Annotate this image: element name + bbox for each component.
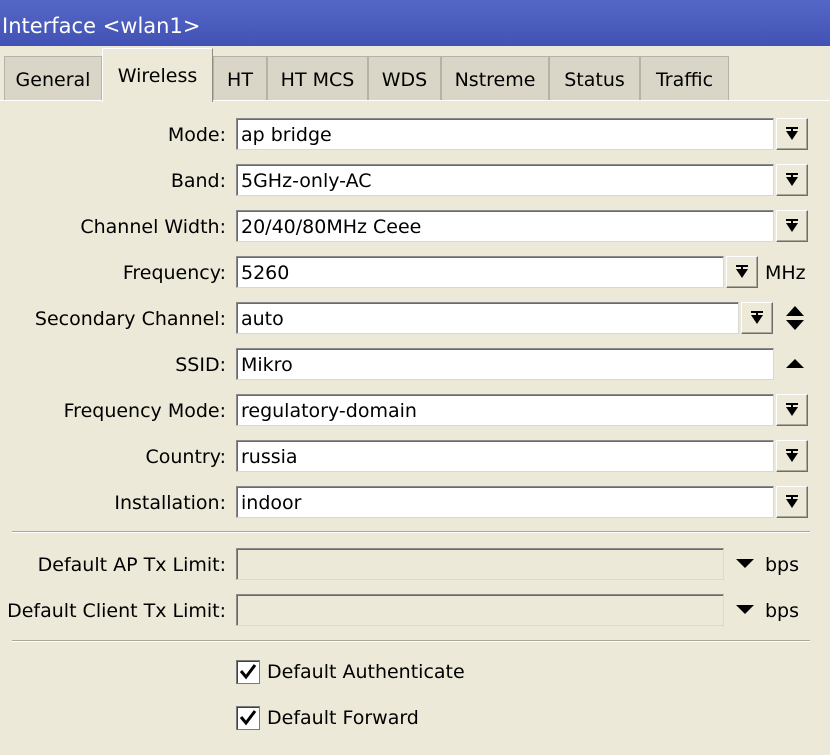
triangle-down-icon[interactable]	[733, 594, 757, 626]
frequency-label: Frequency:	[122, 262, 226, 284]
wireless-panel	[0, 100, 830, 755]
default-client-tx-limit-input[interactable]	[236, 594, 724, 626]
window-title: Interface <wlan1>	[0, 0, 830, 46]
secondary-channel-select[interactable]: auto	[236, 302, 739, 334]
dropdown-arrow-icon	[736, 265, 748, 278]
country-select[interactable]: russia	[236, 440, 774, 472]
mode-dropdown-button[interactable]	[776, 118, 808, 150]
installation-select[interactable]: indoor	[236, 486, 774, 518]
tab-ht-mcs[interactable]: HT MCS	[267, 56, 368, 100]
channel-width-select[interactable]: 20/40/80MHz Ceee	[236, 210, 774, 242]
default-forward-checkbox[interactable]	[236, 706, 260, 730]
checkmark-icon	[239, 710, 257, 726]
default-client-tx-limit-unit: bps	[765, 600, 800, 622]
channel-width-label: Channel Width:	[80, 216, 226, 238]
ssid-input[interactable]: Mikro	[236, 348, 774, 380]
channel-width-dropdown-button[interactable]	[776, 210, 808, 242]
default-forward-label: Default Forward	[267, 707, 419, 729]
mode-select[interactable]: ap bridge	[236, 118, 774, 150]
frequency-mode-dropdown-button[interactable]	[776, 394, 808, 426]
band-select[interactable]: 5GHz-only-AC	[236, 164, 774, 196]
secondary-channel-dropdown-button[interactable]	[741, 302, 773, 334]
dropdown-arrow-icon	[786, 127, 798, 140]
dropdown-arrow-icon	[786, 495, 798, 508]
tab-ht[interactable]: HT	[213, 56, 267, 100]
tab-wireless[interactable]: Wireless	[102, 48, 213, 102]
tab-bar: General Wireless HT HT MCS WDS Nstreme S…	[0, 46, 830, 102]
tab-traffic[interactable]: Traffic	[640, 56, 729, 100]
ssid-label: SSID:	[175, 354, 226, 376]
frequency-mode-label: Frequency Mode:	[63, 400, 226, 422]
default-client-tx-limit-label: Default Client Tx Limit:	[7, 600, 226, 622]
dropdown-arrow-icon	[786, 449, 798, 462]
frequency-dropdown-button[interactable]	[726, 256, 758, 288]
checkmark-icon	[239, 664, 257, 680]
tab-nstreme[interactable]: Nstreme	[441, 56, 549, 100]
mode-label: Mode:	[167, 124, 226, 146]
triangle-up-icon[interactable]	[783, 348, 807, 380]
frequency-unit: MHz	[765, 262, 806, 284]
default-ap-tx-limit-label: Default AP Tx Limit:	[37, 554, 226, 576]
secondary-channel-label: Secondary Channel:	[34, 308, 226, 330]
dropdown-arrow-icon	[786, 173, 798, 186]
band-label: Band:	[170, 170, 226, 192]
frequency-select[interactable]: 5260	[236, 256, 724, 288]
dropdown-arrow-icon	[786, 403, 798, 416]
country-dropdown-button[interactable]	[776, 440, 808, 472]
default-authenticate-checkbox[interactable]	[236, 660, 260, 684]
dropdown-arrow-icon	[751, 311, 763, 324]
tab-general[interactable]: General	[4, 56, 102, 100]
installation-label: Installation:	[114, 492, 226, 514]
band-dropdown-button[interactable]	[776, 164, 808, 196]
tab-status[interactable]: Status	[549, 56, 640, 100]
default-ap-tx-limit-input[interactable]	[236, 548, 724, 580]
dropdown-arrow-icon	[786, 219, 798, 232]
default-authenticate-label: Default Authenticate	[267, 661, 465, 683]
section-divider	[12, 640, 810, 642]
frequency-mode-select[interactable]: regulatory-domain	[236, 394, 774, 426]
tab-wds[interactable]: WDS	[368, 56, 441, 100]
country-label: Country:	[145, 446, 227, 468]
section-divider	[12, 531, 810, 533]
up-down-arrows-icon[interactable]	[783, 302, 807, 334]
installation-dropdown-button[interactable]	[776, 486, 808, 518]
triangle-down-icon[interactable]	[733, 548, 757, 580]
default-ap-tx-limit-unit: bps	[765, 554, 800, 576]
